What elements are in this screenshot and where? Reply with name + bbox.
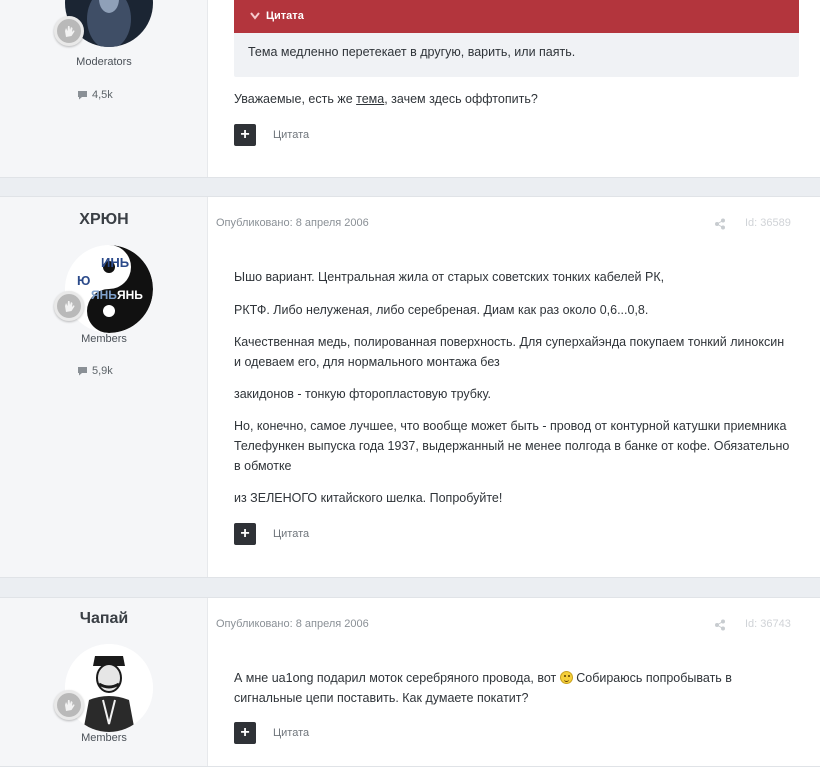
smiley-icon <box>559 671 573 684</box>
author-group: Members <box>81 333 127 345</box>
share-icon[interactable] <box>714 218 726 230</box>
topic-link[interactable]: тема <box>356 92 384 106</box>
author-name[interactable]: ХРЮН <box>0 211 208 229</box>
author-group: Members <box>81 732 127 744</box>
hand-icon <box>65 301 75 312</box>
quote-label[interactable]: Цитата <box>273 727 309 739</box>
comment-icon <box>78 367 87 376</box>
quote-label[interactable]: Цитата <box>273 528 309 540</box>
post-text: Уважаемые, есть же тема, зачем здесь офф… <box>234 89 794 109</box>
post-count: 5,9k <box>77 365 113 377</box>
author-column: Moderators 4,5k <box>0 0 208 177</box>
avatar[interactable] <box>65 644 153 732</box>
post-count-value: 4,5k <box>92 89 113 101</box>
author-name[interactable]: Чапай <box>0 610 208 628</box>
post-date[interactable]: Опубликовано: 8 апреля 2006 <box>216 618 369 630</box>
hand-icon <box>65 700 75 711</box>
quote-button[interactable]: + <box>234 722 256 744</box>
rank-badge <box>54 690 84 720</box>
text-part: А мне ua1ong подарил моток серебряного п… <box>234 671 560 685</box>
post-paragraph: РКТФ. Либо нелуженая, либо серебреная. Д… <box>234 303 649 317</box>
post-id[interactable]: Id: 36589 <box>745 217 791 229</box>
quoted-block: Цитата Тема медленно перетекает в другую… <box>234 0 799 77</box>
quote-label[interactable]: Цитата <box>273 129 309 141</box>
text-part: , зачем здесь оффтопить? <box>384 92 538 106</box>
avatar-text: ИНЬ <box>101 255 129 270</box>
avatar-text: Ю <box>77 273 90 288</box>
post-paragraph: Ышо вариант. Центральная жила от старых … <box>234 270 665 284</box>
post-count-value: 5,9k <box>92 365 113 377</box>
post-paragraph: из ЗЕЛЕНОГО китайского шелка. Попробуйте… <box>234 491 503 505</box>
quote-text: Тема медленно перетекает в другую, варит… <box>248 45 576 59</box>
avatar-text: ЯНЬ <box>117 288 143 302</box>
quote-header-label: Цитата <box>266 10 304 22</box>
quote-button[interactable]: + <box>234 523 256 545</box>
post-paragraph: закидонов - тонкую фторопластовую трубку… <box>234 387 492 401</box>
post-date[interactable]: Опубликовано: 8 апреля 2006 <box>216 217 369 229</box>
post-id[interactable]: Id: 36743 <box>745 618 791 630</box>
quote-button[interactable]: + <box>234 124 256 146</box>
post-text: А мне ua1ong подарил моток серебряного п… <box>234 668 794 708</box>
author-column: Чапай Members <box>0 598 208 766</box>
author-group: Moderators <box>76 56 132 68</box>
comment-icon <box>78 91 87 100</box>
avatar-text: ЯНЬ <box>91 288 117 302</box>
rank-badge <box>54 16 84 46</box>
rank-badge <box>54 291 84 321</box>
post-2: ХРЮН ИНЬ Ю ЯНЬ ЯНЬ Members 5,9k Опублико… <box>0 196 820 578</box>
quote-header: Цитата <box>234 0 799 33</box>
share-icon[interactable] <box>714 619 726 631</box>
post-count: 4,5k <box>77 89 113 101</box>
avatar[interactable]: ИНЬ Ю ЯНЬ ЯНЬ <box>65 245 153 333</box>
hand-icon <box>65 26 75 37</box>
post-paragraph: Качественная медь, полированная поверхно… <box>234 335 785 369</box>
post-3: Чапай Members Опубликовано: 8 апреля 200… <box>0 597 820 767</box>
post-paragraph: Но, конечно, самое лучшее, что вообще мо… <box>234 419 790 473</box>
post-1: Moderators 4,5k Цитата Тема медленно пер… <box>0 0 820 178</box>
text-part: Уважаемые, есть же <box>234 92 357 106</box>
author-column: ХРЮН ИНЬ Ю ЯНЬ ЯНЬ Members 5,9k <box>0 197 208 577</box>
chevron-down-icon[interactable] <box>250 12 260 20</box>
